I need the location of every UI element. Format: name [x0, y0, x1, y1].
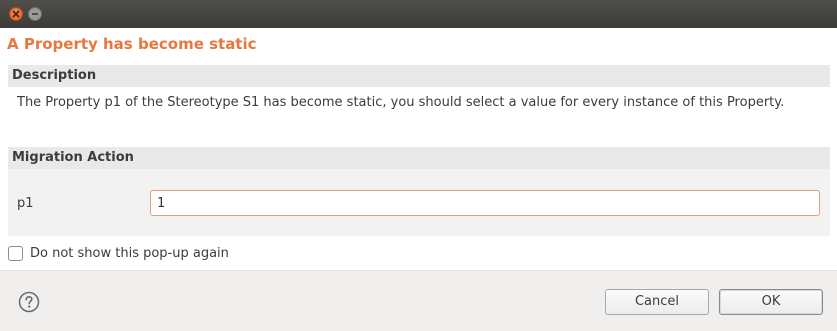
- close-icon[interactable]: [9, 7, 23, 21]
- button-bar: [0, 270, 837, 331]
- dont-show-again-checkbox[interactable]: [8, 245, 23, 261]
- cancel-button[interactable]: Cancel: [605, 289, 709, 315]
- dialog-title: A Property has become static: [7, 35, 257, 53]
- description-header: Description: [8, 65, 830, 87]
- help-icon[interactable]: [18, 291, 40, 313]
- dont-show-again-option[interactable]: Do not show this pop-up again: [8, 244, 229, 262]
- ok-button[interactable]: OK: [719, 289, 823, 315]
- description-text: The Property p1 of the Stereotype S1 has…: [17, 95, 785, 110]
- minimize-icon[interactable]: [28, 7, 42, 21]
- p1-field-label: p1: [17, 196, 34, 211]
- dialog-window: A Property has become static Description…: [0, 0, 837, 331]
- p1-value-input[interactable]: [150, 190, 820, 216]
- title-bar: [0, 0, 837, 28]
- migration-action-header: Migration Action: [8, 147, 830, 169]
- dont-show-again-label: Do not show this pop-up again: [30, 245, 229, 261]
